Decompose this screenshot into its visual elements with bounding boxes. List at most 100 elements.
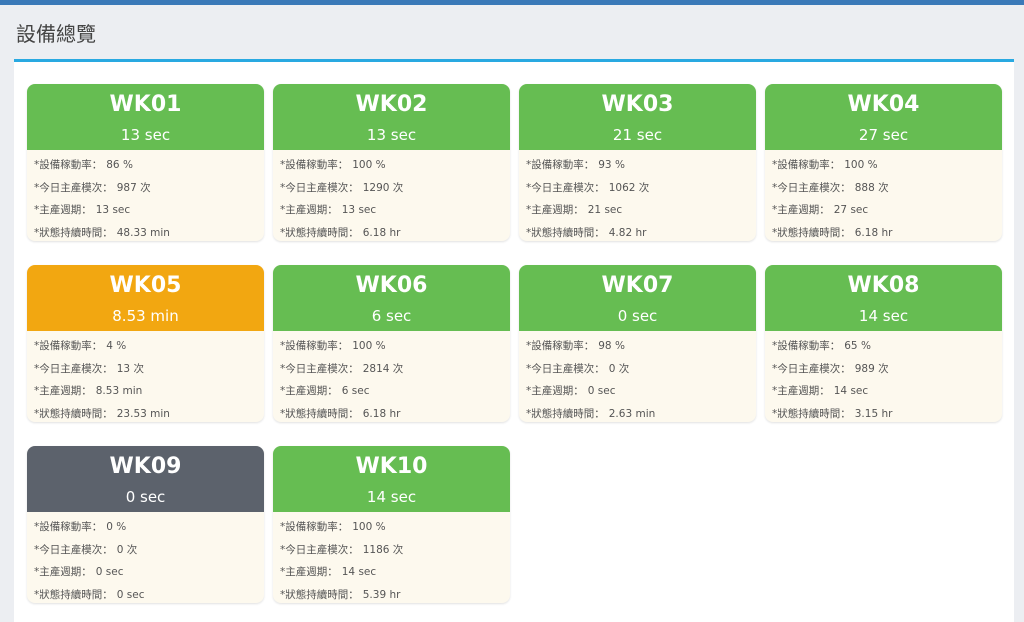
machine-card-wk08[interactable]: WK08 14 sec *設備稼動率： 65 % *今日主產模次： 989 次 *主… — [765, 265, 1002, 422]
stat-label: *今日主產模次： — [280, 543, 359, 556]
stat-state-duration: *狀態持續時間： 5.39 hr — [280, 584, 510, 604]
stat-production-count: *今日主產模次： 1290 次 — [280, 177, 510, 200]
stat-value: 6.18 hr — [362, 407, 401, 420]
stat-value: 1186 次 — [362, 543, 404, 556]
machine-card-wk01[interactable]: WK01 13 sec *設備稼動率： 86 % *今日主產模次： 987 次 *主… — [27, 84, 264, 241]
stat-value: 6.18 hr — [854, 226, 893, 239]
stat-cycle-time: *主產週期： 0 sec — [34, 561, 264, 584]
stat-value: 14 sec — [833, 385, 869, 397]
stat-utilization: *設備稼動率： 98 % — [526, 335, 756, 358]
stat-value: 0 次 — [116, 543, 138, 556]
stat-utilization: *設備稼動率： 93 % — [526, 154, 756, 177]
stat-utilization: *設備稼動率： 100 % — [280, 335, 510, 358]
stat-value: 989 次 — [854, 362, 889, 375]
stat-cycle-time: *主產週期： 6 sec — [280, 380, 510, 403]
machine-card-wk06[interactable]: WK06 6 sec *設備稼動率： 100 % *今日主產模次： 2814 次 *… — [273, 265, 510, 422]
stat-label: *設備稼動率： — [280, 521, 349, 533]
stat-state-duration: *狀態持續時間： 6.18 hr — [772, 222, 1002, 242]
stat-cycle-time: *主產週期： 27 sec — [772, 199, 1002, 222]
stat-value: 100 % — [352, 521, 386, 533]
machine-card-wk10[interactable]: WK10 14 sec *設備稼動率： 100 % *今日主產模次： 1186 次 … — [273, 446, 510, 603]
stat-value: 0 sec — [116, 588, 145, 601]
stat-label: *設備稼動率： — [34, 340, 103, 352]
stat-label: *狀態持續時間： — [280, 407, 359, 420]
stat-label: *設備稼動率： — [34, 521, 103, 533]
stat-state-duration: *狀態持續時間： 6.18 hr — [280, 222, 510, 242]
machine-name: WK09 — [109, 454, 182, 479]
machine-card-body: *設備稼動率： 65 % *今日主產模次： 989 次 *主產週期： 14 sec *… — [765, 331, 1002, 422]
stat-label: *主產週期： — [280, 204, 338, 216]
stat-value: 65 % — [844, 340, 871, 352]
stat-label: *設備稼動率： — [772, 159, 841, 171]
stat-label: *今日主產模次： — [280, 181, 359, 194]
stat-label: *設備稼動率： — [34, 159, 103, 171]
stat-label: *今日主產模次： — [526, 181, 605, 194]
top-accent-bar — [0, 0, 1024, 5]
machine-card-header: WK10 14 sec — [273, 446, 510, 512]
machine-card-wk09[interactable]: WK09 0 sec *設備稼動率： 0 % *今日主產模次： 0 次 *主產週期：… — [27, 446, 264, 603]
stat-state-duration: *狀態持續時間： 0 sec — [34, 584, 264, 604]
machine-card-wk05[interactable]: WK05 8.53 min *設備稼動率： 4 % *今日主產模次： 13 次 *主… — [27, 265, 264, 422]
stat-value: 0 sec — [587, 385, 616, 397]
machine-name: WK01 — [109, 92, 182, 117]
machine-name: WK02 — [355, 92, 428, 117]
stat-label: *今日主產模次： — [280, 362, 359, 375]
stat-utilization: *設備稼動率： 65 % — [772, 335, 1002, 358]
stat-cycle-time: *主產週期： 8.53 min — [34, 380, 264, 403]
stat-production-count: *今日主產模次： 0 次 — [526, 358, 756, 381]
machine-card-header: WK05 8.53 min — [27, 265, 264, 331]
machine-card-body: *設備稼動率： 4 % *今日主產模次： 13 次 *主產週期： 8.53 min *… — [27, 331, 264, 422]
machine-card-wk07[interactable]: WK07 0 sec *設備稼動率： 98 % *今日主產模次： 0 次 *主產週期… — [519, 265, 756, 422]
stat-production-count: *今日主產模次： 989 次 — [772, 358, 1002, 381]
stat-value: 6 sec — [341, 385, 370, 397]
machine-state-time: 8.53 min — [112, 307, 179, 325]
stat-value: 13 次 — [116, 362, 144, 375]
stat-label: *狀態持續時間： — [526, 407, 605, 420]
stat-cycle-time: *主產週期： 0 sec — [526, 380, 756, 403]
stat-state-duration: *狀態持續時間： 3.15 hr — [772, 403, 1002, 423]
stat-cycle-time: *主產週期： 13 sec — [34, 199, 264, 222]
stat-value: 4.82 hr — [608, 226, 647, 239]
stat-state-duration: *狀態持續時間： 48.33 min — [34, 222, 264, 242]
stat-value: 0 次 — [608, 362, 630, 375]
page-title: 設備總覽 — [16, 22, 96, 46]
machine-card-header: WK08 14 sec — [765, 265, 1002, 331]
machine-card-wk03[interactable]: WK03 21 sec *設備稼動率： 93 % *今日主產模次： 1062 次 *… — [519, 84, 756, 241]
stat-label: *狀態持續時間： — [34, 588, 113, 601]
stat-value: 27 sec — [833, 204, 869, 216]
machine-card-body: *設備稼動率： 93 % *今日主產模次： 1062 次 *主產週期： 21 sec … — [519, 150, 756, 241]
stat-utilization: *設備稼動率： 100 % — [280, 154, 510, 177]
stat-value: 14 sec — [341, 566, 377, 578]
stat-value: 23.53 min — [116, 407, 170, 420]
machine-card-wk02[interactable]: WK02 13 sec *設備稼動率： 100 % *今日主產模次： 1290 次 … — [273, 84, 510, 241]
stat-value: 2.63 min — [608, 407, 656, 420]
stat-value: 6.18 hr — [362, 226, 401, 239]
stat-value: 1062 次 — [608, 181, 650, 194]
stat-value: 888 次 — [854, 181, 889, 194]
stat-label: *狀態持續時間： — [280, 588, 359, 601]
machine-card-header: WK09 0 sec — [27, 446, 264, 512]
machine-name: WK03 — [601, 92, 674, 117]
stat-label: *今日主產模次： — [34, 362, 113, 375]
machine-card-header: WK04 27 sec — [765, 84, 1002, 150]
machine-state-time: 0 sec — [617, 307, 658, 325]
stat-production-count: *今日主產模次： 888 次 — [772, 177, 1002, 200]
stat-label: *主產週期： — [34, 385, 92, 397]
machine-card-body: *設備稼動率： 86 % *今日主產模次： 987 次 *主產週期： 13 sec *… — [27, 150, 264, 241]
machine-state-time: 14 sec — [858, 307, 909, 325]
machine-card-header: WK02 13 sec — [273, 84, 510, 150]
stat-label: *設備稼動率： — [772, 340, 841, 352]
stat-value: 21 sec — [587, 204, 623, 216]
stat-label: *設備稼動率： — [526, 159, 595, 171]
machine-state-time: 14 sec — [366, 488, 417, 506]
stat-state-duration: *狀態持續時間： 23.53 min — [34, 403, 264, 423]
stat-label: *今日主產模次： — [34, 181, 113, 194]
stat-label: *設備稼動率： — [526, 340, 595, 352]
stat-label: *設備稼動率： — [280, 340, 349, 352]
machine-card-body: *設備稼動率： 100 % *今日主產模次： 888 次 *主產週期： 27 sec … — [765, 150, 1002, 241]
stat-production-count: *今日主產模次： 0 次 — [34, 539, 264, 562]
stat-label: *主產週期： — [34, 204, 92, 216]
stat-label: *主產週期： — [280, 566, 338, 578]
stat-production-count: *今日主產模次： 987 次 — [34, 177, 264, 200]
machine-card-wk04[interactable]: WK04 27 sec *設備稼動率： 100 % *今日主產模次： 888 次 *… — [765, 84, 1002, 241]
